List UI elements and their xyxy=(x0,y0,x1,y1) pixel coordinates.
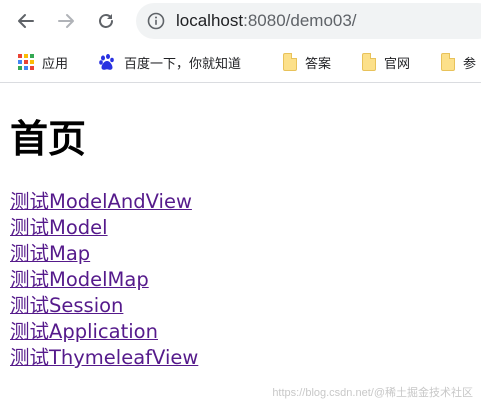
browser-toolbar: localhost:8080/demo03/ xyxy=(0,0,481,42)
folder-icon xyxy=(283,53,297,71)
link-thymeleaf-view[interactable]: 测试ThymeleafView xyxy=(10,346,198,369)
bookmark-label: 官网 xyxy=(384,56,411,72)
list-item: 测试ModelAndView xyxy=(10,189,198,215)
bookmarks-bar: 应用 百度一下，你就知道 答案 官网 参 xyxy=(0,42,481,83)
apps-grid-icon xyxy=(18,54,34,70)
bookmark-apps[interactable]: 应用 xyxy=(18,50,68,74)
list-item: 测试Application xyxy=(10,319,198,345)
forward-button[interactable] xyxy=(52,7,80,35)
list-item: 测试ModelMap xyxy=(10,267,198,293)
back-button[interactable] xyxy=(12,7,40,35)
link-map[interactable]: 测试Map xyxy=(10,242,90,265)
list-item: 测试Map xyxy=(10,241,198,267)
link-application[interactable]: 测试Application xyxy=(10,320,158,343)
bookmark-folder-official[interactable]: 官网 xyxy=(362,50,410,74)
reload-button[interactable] xyxy=(92,7,120,35)
address-bar[interactable]: localhost:8080/demo03/ xyxy=(136,3,481,39)
page-content: 首页 测试ModelAndView 测试Model 测试Map 测试ModelM… xyxy=(0,83,481,412)
baidu-paw-icon xyxy=(99,54,114,70)
info-icon[interactable] xyxy=(147,12,165,30)
watermark: https://blog.csdn.net/@稀土掘金技术社区 xyxy=(272,387,473,399)
folder-icon xyxy=(362,53,376,71)
bookmark-label: 应用 xyxy=(42,56,69,72)
list-item: 测试Session xyxy=(10,293,198,319)
list-item: 测试Model xyxy=(10,215,198,241)
list-item: 测试ThymeleafView xyxy=(10,345,198,371)
bookmark-label: 百度一下，你就知道 xyxy=(124,56,242,72)
link-list: 测试ModelAndView 测试Model 测试Map 测试ModelMap … xyxy=(10,189,198,371)
url-path: :8080/demo03/ xyxy=(243,11,357,30)
forward-arrow-icon xyxy=(58,14,74,28)
bookmark-baidu[interactable]: 百度一下，你就知道 xyxy=(98,50,241,74)
link-model-map[interactable]: 测试ModelMap xyxy=(10,268,149,291)
url-host: localhost xyxy=(176,11,244,30)
bookmark-folder-ref[interactable]: 参 xyxy=(441,50,476,74)
folder-icon xyxy=(441,53,455,71)
link-model[interactable]: 测试Model xyxy=(10,216,108,239)
bookmark-folder-answers[interactable]: 答案 xyxy=(283,50,331,74)
back-arrow-icon xyxy=(18,14,34,28)
reload-icon xyxy=(99,14,113,28)
link-model-and-view[interactable]: 测试ModelAndView xyxy=(10,190,192,213)
bookmark-label: 答案 xyxy=(305,56,332,72)
page-title: 首页 xyxy=(10,117,87,161)
url-text[interactable]: localhost:8080/demo03/ xyxy=(176,11,357,31)
bookmark-label: 参 xyxy=(463,56,477,72)
link-session[interactable]: 测试Session xyxy=(10,294,123,317)
